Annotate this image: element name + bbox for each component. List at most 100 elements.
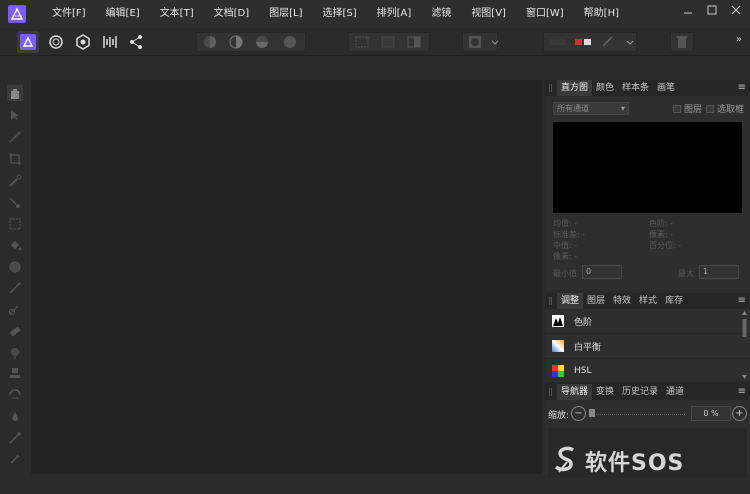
menu-edit[interactable]: 编辑[E] [96,0,150,28]
view-mode-icon[interactable] [548,32,568,52]
panel-menu-icon[interactable]: ≡ [738,80,746,96]
tab-channels[interactable]: 通道 [662,384,688,400]
zoom-slider-track[interactable] [589,414,685,415]
levels-icon [552,315,564,327]
tab-stock[interactable]: 库存 [661,293,687,309]
hand-tool-icon[interactable] [7,85,23,101]
select-all-icon[interactable] [378,32,398,52]
paint-brush-icon[interactable] [8,281,22,295]
marquee-tool-icon[interactable] [8,217,22,231]
develop-persona-icon[interactable] [72,31,94,53]
zoom-value-field[interactable]: 0 % [691,406,731,421]
minimize-icon[interactable] [682,4,694,16]
stat-mean: 均值: - [553,219,578,228]
gradient-tool-icon[interactable] [8,260,22,274]
menu-window[interactable]: 窗口[W] [516,0,574,28]
adjustment-item-white-balance[interactable]: 白平衡 [545,334,750,359]
sharpen-tool-icon[interactable] [8,410,22,424]
adjustment-panel-tabs: 调整 图层 特效 样式 库存 ≡ [545,293,750,309]
toolbar-overflow[interactable]: » [736,34,742,45]
menu-arrange[interactable]: 排列[A] [367,0,422,28]
trash-icon[interactable] [672,32,692,52]
crop-tool-icon[interactable] [8,152,22,166]
chevron-down-icon[interactable] [620,32,640,52]
panel-menu-icon[interactable]: ≡ [738,293,746,309]
tab-effects[interactable]: 特效 [609,293,635,309]
tab-navigator[interactable]: 导航器 [557,384,593,400]
flood-fill-icon[interactable] [8,238,22,252]
menu-help[interactable]: 帮助[H] [574,0,629,28]
move-tool-icon[interactable] [8,108,22,122]
maximize-icon[interactable] [706,4,718,16]
zoom-out-button[interactable]: − [571,406,586,421]
stat-pixels: 像素: - [553,252,578,261]
pen-tool-icon[interactable] [8,431,22,445]
panel-grip-icon[interactable] [545,80,557,96]
split-view-icon[interactable] [573,32,593,52]
color-picker-icon[interactable] [8,130,22,144]
menu-layer[interactable]: 图层[L] [259,0,312,28]
dodge-tool-icon[interactable] [8,346,22,360]
tools-panel [0,76,30,476]
pixel-tool-icon[interactable] [8,302,22,316]
clone-tool-icon[interactable] [8,366,22,380]
zoom-in-button[interactable]: + [732,406,747,421]
adjustment-item-levels[interactable]: 色阶 [545,309,750,334]
panel-menu-icon[interactable]: ≡ [738,384,746,400]
tab-brushes[interactable]: 画笔 [653,80,679,96]
menu-bar: 文件[F] 编辑[E] 文本[T] 文档[D] 图层[L] 选择[S] 排列[A… [0,0,750,28]
invert-selection-icon[interactable] [404,32,424,52]
menu-text[interactable]: 文本[T] [150,0,204,28]
marquee-icon[interactable] [352,32,372,52]
adjustment-scrollbar[interactable] [742,311,747,379]
tab-history[interactable]: 历史记录 [618,384,662,400]
min-value-field[interactable]: 0 [582,265,622,279]
chevron-down-icon[interactable] [485,32,505,52]
export-persona-icon[interactable] [125,31,147,53]
tone-mapping-persona-icon[interactable] [99,31,121,53]
eraser-tool-icon[interactable] [8,324,22,338]
adjustment-label: 色阶 [574,317,593,328]
quick-mask-icon[interactable] [465,32,485,52]
watermark-text: 软件SOS [585,451,685,476]
hsl-icon [552,365,564,377]
zoom-slider-thumb[interactable] [589,409,595,417]
stat-median: 中值: - [553,241,578,250]
min-label: 最小值 [553,269,577,278]
auto-levels-icon[interactable] [200,32,220,52]
healing-brush-icon[interactable] [8,388,22,402]
selection-checkbox[interactable] [706,105,714,113]
layer-checkbox[interactable] [673,105,681,113]
adjustment-item-hsl[interactable]: HSL [545,359,750,384]
photo-persona-icon[interactable] [17,31,39,53]
close-icon[interactable] [730,4,742,16]
liquify-persona-icon[interactable] [45,31,67,53]
stat-std-dev: 标准差: - [553,230,586,239]
panel-grip-icon[interactable] [545,293,557,309]
menu-select[interactable]: 选择[S] [313,0,367,28]
brush-assist-icon[interactable] [598,32,618,52]
menu-view[interactable]: 视图[V] [461,0,516,28]
tab-adjustment[interactable]: 调整 [557,293,584,309]
selection-brush-icon[interactable] [8,174,22,188]
auto-colors-icon[interactable] [252,32,272,52]
channel-select[interactable]: 所有通道 [553,102,629,115]
panel-grip-icon[interactable] [545,384,557,400]
auto-white-balance-icon[interactable] [280,32,300,52]
max-value-field[interactable]: 1 [699,265,739,279]
stat-percentile: 百分位: - [649,241,682,250]
tab-transform[interactable]: 变换 [592,384,618,400]
flood-select-icon[interactable] [8,196,22,210]
zoom-label: 缩放: [548,411,570,421]
text-tool-icon[interactable] [8,452,22,466]
tab-color[interactable]: 颜色 [592,80,618,96]
menu-document[interactable]: 文档[D] [204,0,260,28]
tab-histogram[interactable]: 直方图 [557,80,593,96]
auto-contrast-icon[interactable] [226,32,246,52]
menu-filters[interactable]: 滤镜 [421,0,461,28]
tab-styles[interactable]: 样式 [635,293,661,309]
menu-file[interactable]: 文件[F] [42,0,96,28]
tab-swatches[interactable]: 样本条 [618,80,653,96]
tab-layers[interactable]: 图层 [583,293,609,309]
document-canvas[interactable] [31,80,542,474]
